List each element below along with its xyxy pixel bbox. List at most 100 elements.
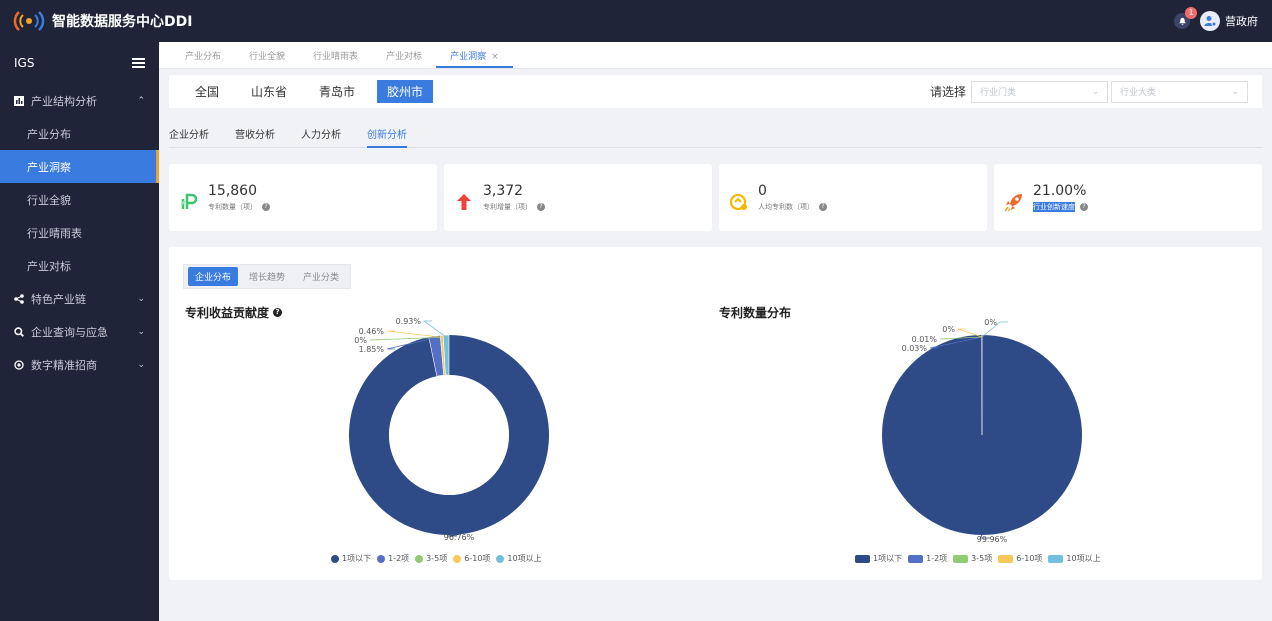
sidebar-group-featured-chain[interactable]: 特色产业链 ⌄	[0, 282, 159, 315]
sidebar-group-label: 特色产业链	[31, 292, 86, 306]
chart-panel: 企业分布 增长趋势 产业分类 专利收益贡献度 ? 专利数量分布 96.76% 1.…	[169, 247, 1262, 580]
region-qingdao[interactable]: 青岛市	[309, 80, 365, 103]
legend-item[interactable]: 1-2项	[908, 553, 947, 564]
help-icon[interactable]: ?	[1080, 203, 1088, 211]
legend-item[interactable]: 10项以上	[496, 553, 542, 564]
tab-industry-barometer[interactable]: 行业晴雨表	[299, 49, 372, 68]
legend-contribution: 1项以下 1-2项 3-5项 6-10项 10项以上	[331, 553, 542, 564]
stat-card-patent-count: 15,860 专利数量（项）?	[169, 164, 437, 231]
industry-category-select[interactable]: 行业门类 ⌄	[971, 80, 1108, 103]
tab-label: 产业洞察	[450, 52, 487, 62]
chevron-up-icon: ⌃	[137, 95, 145, 106]
help-icon[interactable]: ?	[273, 308, 283, 317]
stat-label: 行业创新速度	[1033, 202, 1075, 212]
notification-bell-icon[interactable]: 1	[1174, 7, 1197, 29]
tab-industry-distribution[interactable]: 产业分布	[171, 49, 235, 68]
sidebar: IGS 产业结构分析 ⌃ 产业分布 产业洞察 行业全貌 行业晴雨表 产业对标 特…	[0, 42, 159, 621]
legend-label: 1-2项	[926, 554, 948, 563]
bell-icon	[1178, 17, 1186, 25]
help-icon[interactable]: ?	[819, 203, 827, 211]
sidebar-group-label: 数字精准招商	[31, 358, 97, 372]
sidebar-title: IGS	[14, 56, 35, 70]
legend-swatch	[1048, 554, 1064, 563]
patent-icon	[180, 193, 198, 209]
select-label: 请选择	[929, 85, 966, 99]
legend-swatch	[331, 554, 339, 563]
sidebar-group-label: 产业结构分析	[31, 94, 97, 108]
data-label: 0%	[942, 325, 955, 334]
legend-item[interactable]: 6-10项	[453, 553, 490, 564]
chart-view-switch: 企业分布 增长趋势 产业分类	[183, 264, 352, 289]
help-icon[interactable]: ?	[262, 203, 270, 211]
legend-label: 6-10项	[464, 554, 491, 563]
sidebar-item-industry-overview[interactable]: 行业全貌	[0, 183, 159, 216]
legend-item[interactable]: 3-5项	[415, 553, 447, 564]
stat-card-innovation-speed: 21.00% 行业创新速度?	[994, 164, 1262, 231]
stat-card-patent-increment: 3,372 专利增量（项）?	[444, 164, 712, 231]
page-tab-strip: 产业分布 行业全貌 行业晴雨表 产业对标 产业洞察 ×	[159, 42, 1272, 69]
sidebar-item-industry-distribution[interactable]: 产业分布	[0, 117, 159, 150]
user-menu[interactable]: 营政府	[1200, 11, 1258, 31]
legend-swatch	[855, 554, 870, 563]
segment-industry-classification[interactable]: 产业分类	[296, 267, 346, 286]
data-label: 96.76%	[444, 533, 475, 542]
tab-industry-benchmark[interactable]: 产业对标	[372, 49, 436, 68]
legend-item[interactable]: 1项以下	[855, 553, 902, 564]
target-icon	[14, 359, 24, 370]
sidebar-item-industry-benchmark[interactable]: 产业对标	[0, 249, 159, 282]
legend-swatch	[453, 554, 462, 563]
chart-title-text: 专利数量分布	[719, 306, 792, 320]
label-leader-line	[422, 320, 447, 338]
data-label: 0.01%	[912, 335, 938, 344]
help-icon[interactable]: ?	[537, 203, 545, 211]
tab-label: 行业晴雨表	[313, 52, 359, 62]
legend-item[interactable]: 3-5项	[953, 553, 992, 564]
sidebar-group-industry-structure[interactable]: 产业结构分析 ⌃	[0, 84, 159, 117]
industry-major-select[interactable]: 行业大类 ⌄	[1111, 80, 1248, 103]
region-national[interactable]: 全国	[185, 80, 229, 103]
region-shandong[interactable]: 山东省	[241, 80, 297, 103]
stat-value: 0	[758, 183, 767, 199]
tab-hr-analysis[interactable]: 人力分析	[301, 126, 341, 148]
sidebar-item-label: 产业洞察	[27, 160, 71, 174]
chevron-down-icon: ⌄	[1231, 86, 1239, 97]
sidebar-item-label: 行业晴雨表	[27, 226, 82, 240]
close-icon[interactable]: ×	[491, 52, 499, 62]
broadcast-logo-icon	[13, 11, 45, 31]
tab-enterprise-analysis[interactable]: 企业分析	[169, 126, 209, 148]
tab-industry-insight[interactable]: 产业洞察 ×	[436, 49, 513, 68]
tab-revenue-analysis[interactable]: 营收分析	[235, 126, 275, 148]
legend-swatch	[998, 554, 1014, 563]
data-label: 0.93%	[396, 317, 422, 326]
sidebar-group-enterprise-query[interactable]: 企业查询与应急 ⌄	[0, 315, 159, 348]
chevron-down-icon: ⌄	[137, 359, 145, 370]
legend-item[interactable]: 6-10项	[998, 553, 1042, 564]
top-bar: 智能数据服务中心DDI 1 营政府	[0, 0, 1272, 42]
stat-card-per-capita-patents: 0 人均专利数（项）?	[719, 164, 987, 231]
tab-innovation-analysis[interactable]: 创新分析	[367, 126, 407, 148]
legend-label: 1-2项	[388, 554, 410, 563]
data-label: 0.03%	[902, 344, 928, 353]
brand[interactable]: 智能数据服务中心DDI	[12, 9, 192, 33]
legend-item[interactable]: 1项以下	[331, 553, 371, 564]
region-filter-bar: 全国 山东省 青岛市 胶州市 请选择 行业门类 ⌄ 行业大类 ⌄	[169, 75, 1262, 108]
user-icon	[1204, 16, 1217, 27]
legend-swatch	[953, 554, 969, 563]
sidebar-item-industry-barometer[interactable]: 行业晴雨表	[0, 216, 159, 249]
sidebar-item-label: 产业对标	[27, 259, 71, 273]
legend-swatch	[908, 554, 924, 563]
segment-enterprise-distribution[interactable]: 企业分布	[188, 267, 239, 286]
legend-label: 10项以上	[1066, 554, 1101, 563]
legend-item[interactable]: 10项以上	[1048, 553, 1101, 564]
segment-growth-trend[interactable]: 增长趋势	[242, 267, 292, 286]
menu-toggle-icon[interactable]	[132, 58, 145, 68]
sidebar-item-industry-insight[interactable]: 产业洞察	[0, 150, 159, 183]
donut-chart-contribution: 96.76% 1.85%0%0.46% 0.93%	[349, 317, 549, 542]
arrow-up-icon	[457, 193, 471, 210]
sidebar-group-investment[interactable]: 数字精准招商 ⌄	[0, 348, 159, 381]
tab-industry-overview[interactable]: 行业全貌	[235, 49, 299, 68]
analysis-tabs: 企业分析 营收分析 人力分析 创新分析	[169, 126, 1262, 148]
legend-label: 3-5项	[971, 554, 993, 563]
legend-item[interactable]: 1-2项	[377, 553, 409, 564]
region-jiaozhou[interactable]: 胶州市	[377, 80, 434, 103]
